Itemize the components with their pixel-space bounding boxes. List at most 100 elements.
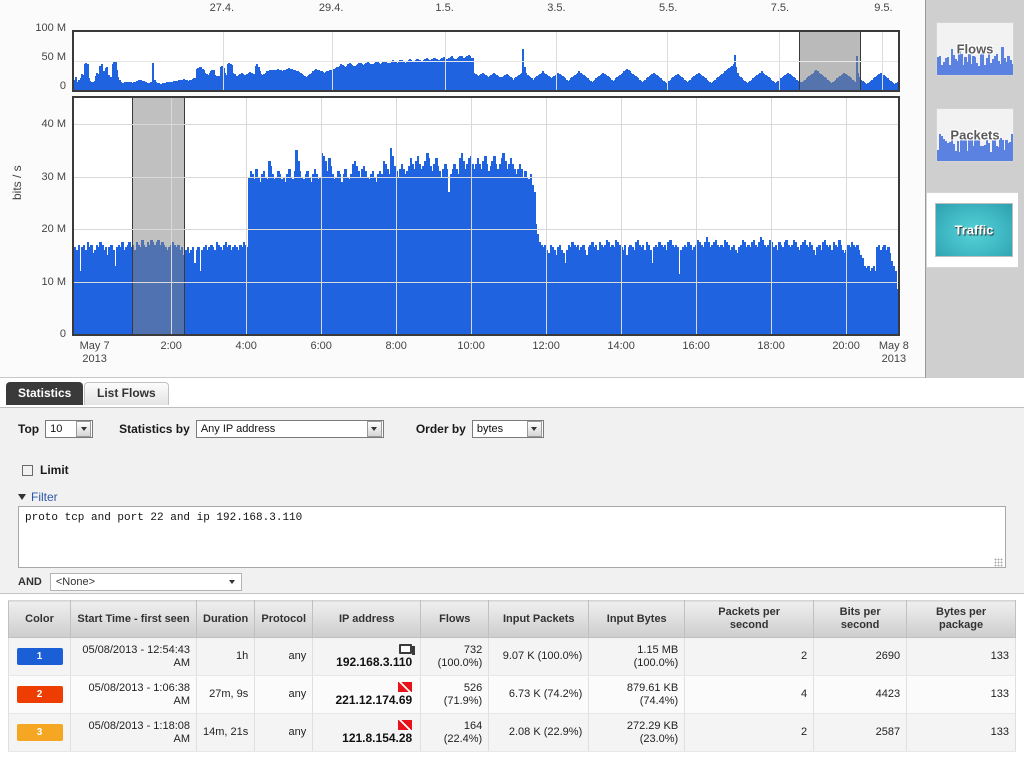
filter-label: Filter	[31, 490, 58, 504]
main-xtick: May 8 2013	[878, 340, 909, 365]
table-header-cell[interactable]: Bits per second	[813, 600, 908, 638]
overview-yaxis-labels: 100 M 50 M 0	[0, 22, 70, 92]
gridline	[546, 98, 548, 334]
main-xtick: 2:00	[160, 340, 182, 352]
gridline	[321, 98, 323, 334]
color-chip: 2	[16, 686, 63, 703]
limit-checkbox[interactable]	[22, 464, 33, 476]
main-xtick: 14:00	[607, 340, 635, 352]
overview-chart[interactable]: 27.4. 29.4. 1.5. 3.5. 5.5. 7.5. 9.5. 100 M 50 M…	[0, 0, 925, 95]
main-ytick: 40 M	[41, 118, 66, 131]
chevron-down-icon	[18, 494, 26, 500]
overview-plot[interactable]	[72, 30, 900, 92]
flag-cn-icon	[398, 720, 413, 730]
order-by-value: bytes	[476, 423, 504, 435]
main-plot[interactable]	[72, 96, 900, 336]
order-by-select[interactable]: bytes	[471, 420, 544, 438]
and-filter-value: <None>	[55, 576, 95, 588]
flag-cn-icon	[398, 682, 413, 692]
cell-packets-per-second: 2	[684, 637, 815, 676]
overview-xtick: 27.4.	[209, 2, 235, 14]
gridline	[74, 281, 898, 283]
table-header-cell[interactable]: Bytes per package	[906, 600, 1016, 638]
main-xtick: 16:00	[682, 340, 710, 352]
table-header-row: Color Start Time - first seen Duration Prot…	[8, 600, 1016, 638]
gridline	[74, 124, 898, 126]
gridline	[74, 229, 898, 231]
top-label: Top	[18, 422, 40, 436]
cell-flows: 526 (71.9%)	[420, 675, 490, 714]
top-count-value: 10	[50, 423, 63, 435]
top-count-select[interactable]: 10	[45, 420, 94, 438]
cell-ip-address[interactable]: 221.12.174.69	[312, 675, 422, 714]
cell-color: 3	[8, 713, 71, 752]
view-mode-sidebar: Flows Packets Traffic	[925, 0, 1024, 378]
main-selection-region[interactable]	[131, 98, 186, 334]
cell-start-time: 05/08/2013 - 12:54:43 AM	[70, 637, 197, 676]
table-row[interactable]: 3 05/08/2013 - 1:18:08 AM 14m, 21s any 121.8…	[8, 713, 1016, 752]
main-xtick: 6:00	[310, 340, 332, 352]
ip-address-text: 221.12.174.69	[335, 693, 413, 707]
cell-flows: 164 (22.4%)	[420, 713, 490, 752]
cell-ip-address[interactable]: 192.168.3.110	[312, 637, 422, 676]
sidebar-item-flows[interactable]: Flows	[936, 22, 1014, 76]
cell-input-packets: 6.73 K (74.2%)	[488, 675, 590, 714]
main-xtick: 10:00	[457, 340, 485, 352]
table-head: Color Start Time - first seen Duration Prot…	[8, 600, 1016, 638]
and-filter-select[interactable]: <None>	[49, 573, 242, 591]
table-body: 1 05/08/2013 - 12:54:43 AM 1h any 192.168.3.…	[8, 637, 1016, 752]
table-header-cell[interactable]: Packets per second	[684, 600, 815, 638]
tab-statistics[interactable]: Statistics	[6, 382, 84, 405]
table-header-cell[interactable]: IP address	[312, 600, 422, 638]
main-xtick: 20:00	[832, 340, 860, 352]
cell-bytes-per-package: 133	[906, 637, 1016, 676]
statistics-by-value: Any IP address	[200, 423, 276, 435]
filter-input[interactable]	[18, 506, 1006, 568]
statistics-controls-panel: Top 10 Statistics by Any IP address Orde…	[0, 408, 1024, 594]
table-header-cell[interactable]: Start Time - first seen	[70, 600, 197, 638]
sparkline-bar	[1013, 52, 1014, 75]
sidebar-item-label-flows: Flows	[956, 41, 994, 57]
sidebar-item-traffic-active-holder: Traffic	[926, 192, 1018, 268]
main-xtick: May 7 2013	[79, 340, 110, 365]
table-row[interactable]: 2 05/08/2013 - 1:06:38 AM 27m, 9s any 221.12…	[8, 675, 1016, 714]
tab-list-flows[interactable]: List Flows	[84, 382, 169, 405]
main-yaxis-title: bits / s	[10, 165, 24, 200]
gridline	[74, 61, 898, 62]
main-ytick: 0	[59, 328, 66, 340]
table-header-cell[interactable]: Input Packets	[488, 600, 590, 638]
cell-input-bytes: 272.29 KB (23.0%)	[588, 713, 686, 752]
table-header-cell[interactable]: Input Bytes	[588, 600, 686, 638]
limit-label: Limit	[40, 463, 69, 477]
main-ytick: 10 M	[41, 275, 66, 288]
cell-input-bytes: 1.15 MB (100.0%)	[588, 637, 686, 676]
cell-color: 2	[8, 675, 71, 714]
statistics-by-select[interactable]: Any IP address	[195, 420, 384, 438]
cell-bits-per-second: 2587	[813, 713, 908, 752]
gridline	[471, 98, 473, 334]
overview-xtick: 7.5.	[770, 2, 790, 14]
ip-address-text: 121.8.154.28	[342, 731, 413, 745]
main-ytick: 30 M	[41, 170, 66, 183]
gridline	[696, 98, 698, 334]
main-ytick: 20 M	[41, 223, 66, 236]
filter-resize-grip[interactable]	[994, 558, 1003, 567]
table-header-cell[interactable]: Color	[8, 600, 71, 638]
gridline	[771, 98, 773, 334]
sidebar-item-traffic[interactable]: Traffic	[935, 203, 1013, 257]
cell-input-packets: 2.08 K (22.9%)	[488, 713, 590, 752]
table-header-cell[interactable]: Protocol	[254, 600, 314, 638]
cell-start-time: 05/08/2013 - 1:18:08 AM	[70, 713, 197, 752]
sidebar-item-packets[interactable]: Packets	[936, 108, 1014, 162]
filter-disclosure[interactable]: Filter	[18, 490, 58, 504]
tab-bar: Statistics List Flows	[0, 378, 1024, 408]
main-xaxis-labels: May 7 2013 2:00 4:00 6:00 8:00 10:00 12:00 14:00…	[0, 340, 925, 374]
table-row[interactable]: 1 05/08/2013 - 12:54:43 AM 1h any 192.168.3.…	[8, 637, 1016, 676]
cell-ip-address[interactable]: 121.8.154.28	[312, 713, 422, 752]
overview-xtick: 3.5.	[547, 2, 566, 14]
gridline	[621, 98, 623, 334]
table-header-cell[interactable]: Duration	[195, 600, 256, 638]
main-bar	[896, 289, 898, 334]
table-header-cell[interactable]: Flows	[420, 600, 490, 638]
cell-input-bytes: 879.61 KB (74.4%)	[588, 675, 686, 714]
